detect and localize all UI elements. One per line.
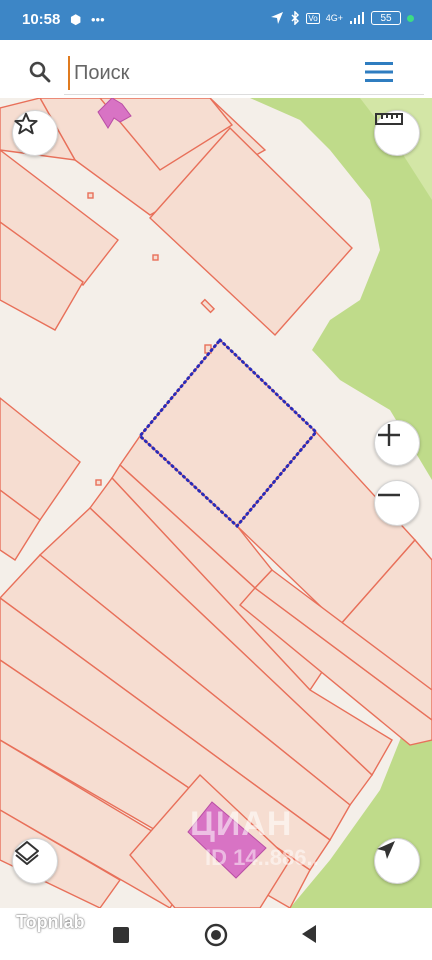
star-icon xyxy=(14,112,38,135)
map-canvas[interactable] xyxy=(0,98,432,908)
search-input[interactable] xyxy=(68,56,368,90)
battery-icon: 55 xyxy=(371,11,401,25)
locate-button[interactable] xyxy=(374,838,420,884)
navigation-arrow-icon xyxy=(377,841,395,859)
bluetooth-icon xyxy=(291,11,300,25)
back-triangle-icon[interactable] xyxy=(300,924,318,944)
screen: 10:58 ⬢ ••• Vo 4G+ 55 Поиск ЦИАН ID 14..… xyxy=(0,0,432,960)
status-bar: 10:58 ⬢ ••• Vo 4G+ 55 xyxy=(0,0,432,40)
map-watermark: ЦИАН xyxy=(190,805,293,843)
network-label: 4G+ xyxy=(325,13,343,23)
search-icon[interactable] xyxy=(28,60,52,84)
layers-icon xyxy=(15,841,39,865)
parcel-small xyxy=(95,479,102,486)
status-time: 10:58 xyxy=(22,11,61,28)
favorite-button[interactable] xyxy=(12,110,58,156)
home-circle-icon[interactable] xyxy=(204,923,228,947)
recents-square-icon[interactable] xyxy=(112,926,130,944)
ruler-button[interactable] xyxy=(374,110,420,156)
zoom-out-button[interactable] xyxy=(374,480,420,526)
search-panel xyxy=(0,40,432,98)
hexagon-icon: ⬢ xyxy=(70,12,82,27)
zoom-in-button[interactable] xyxy=(374,420,420,466)
menu-icon[interactable] xyxy=(364,60,394,84)
parcel-small xyxy=(204,344,212,354)
layers-button[interactable] xyxy=(12,838,58,884)
map-view[interactable] xyxy=(0,98,432,908)
ruler-icon xyxy=(375,113,403,125)
map-watermark-id: ID 14..886.. xyxy=(205,845,319,870)
green-dot-icon xyxy=(407,14,414,22)
plus-icon xyxy=(378,424,400,446)
minus-icon xyxy=(378,493,400,497)
status-right-icons: Vo 4G+ 55 xyxy=(270,11,414,25)
battery-level: 55 xyxy=(380,12,392,24)
volte-icon: Vo xyxy=(306,12,320,24)
4g-signal-icon xyxy=(350,12,364,24)
topnlab-watermark: Topnlab xyxy=(16,912,85,932)
search-box xyxy=(6,44,424,95)
status-left-icons: ⬢ ••• xyxy=(70,12,105,28)
search-underline xyxy=(64,94,424,95)
parcel-small xyxy=(152,254,159,261)
location-arrow-icon xyxy=(271,12,284,24)
more-dots-icon: ••• xyxy=(90,12,105,27)
parcel-small xyxy=(87,192,94,199)
